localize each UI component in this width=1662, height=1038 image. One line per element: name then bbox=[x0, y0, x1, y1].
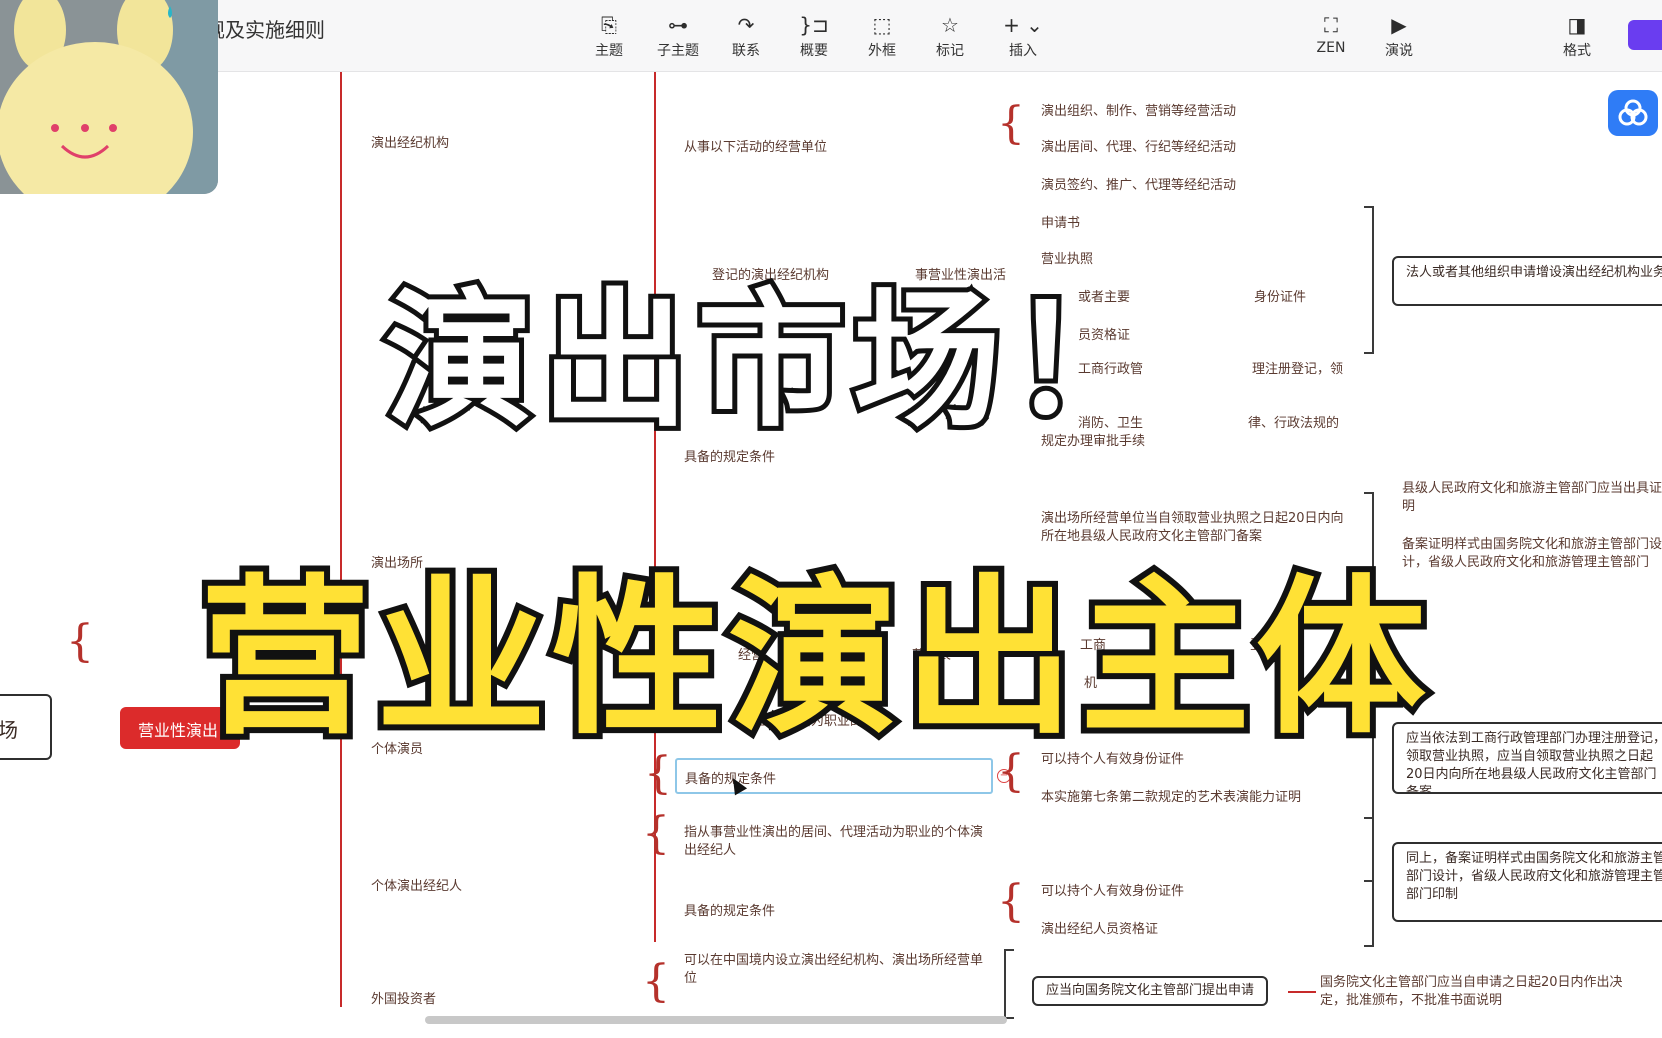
boundary-button[interactable]: ⬚ 外框 bbox=[852, 12, 912, 64]
format-panel-icon: ◨ bbox=[1567, 13, 1587, 37]
summary-label: 概要 bbox=[800, 43, 828, 59]
overlay-title-line2: 营业性演出主体 bbox=[194, 554, 1433, 764]
horizontal-scrollbar[interactable] bbox=[425, 1016, 1007, 1024]
document-title[interactable]: 规及实施细则 bbox=[205, 14, 325, 43]
webcam-overlay bbox=[0, 0, 218, 194]
mascot-avatar bbox=[0, 0, 218, 194]
topic-activity-3[interactable]: 演员签约、推广、代理等经纪活动 bbox=[1041, 174, 1236, 193]
root-topic-text: 场 bbox=[0, 718, 18, 742]
cloud-sync-button[interactable] bbox=[1608, 90, 1658, 136]
insert-label: 插入 bbox=[1009, 43, 1037, 59]
summary-legal-person[interactable]: 法人或者其他组织申请增设演出经纪机构业务的，应该提交前款第一项、第四项规定 bbox=[1392, 256, 1662, 306]
subtopic-icon: ⊶ bbox=[668, 13, 688, 37]
topic-foreign-definition[interactable]: 可以在中国境内设立演出经纪机构、演出场所经营单位 bbox=[684, 952, 984, 988]
summary-performer-registration-text: 应当依法到工商行政管理部门办理注册登记，领取营业执照，应当自领取营业执照之日起2… bbox=[1406, 731, 1662, 794]
topic-activity-1[interactable]: 演出组织、制作、营销等经营活动 bbox=[1041, 100, 1236, 119]
topic-broker-definition[interactable]: 指从事营业性演出的居间、代理活动为职业的个体演出经纪人 bbox=[684, 824, 984, 860]
summary-bracket bbox=[1004, 949, 1014, 1019]
subtopic-label: 子主题 bbox=[657, 43, 699, 59]
relationship-label: 联系 bbox=[732, 43, 760, 59]
topic-agency-activities[interactable]: 从事以下活动的经营单位 bbox=[684, 136, 827, 155]
presentation-icon: ▶ bbox=[1391, 13, 1407, 37]
top-toolbar: 规及实施细则 ⎘ 主题 ⊶ 子主题 ↷ 联系 }⊐ 概要 ⬚ 外框 ☆ 标记 +… bbox=[0, 0, 1662, 72]
format-label: 格式 bbox=[1563, 43, 1591, 59]
cloud-icon bbox=[1618, 99, 1648, 126]
boundary-label: 外框 bbox=[868, 43, 896, 59]
topic-button[interactable]: ⎘ 主题 bbox=[579, 12, 639, 64]
summary-bracket bbox=[1364, 817, 1374, 947]
zen-mode-icon: ⛶ bbox=[1324, 13, 1338, 37]
topic-foreign-investor[interactable]: 外国投资者 bbox=[371, 988, 436, 1007]
insert-button[interactable]: + ⌄ 插入 bbox=[993, 12, 1053, 64]
topic-individual-broker[interactable]: 个体演出经纪人 bbox=[371, 875, 462, 894]
summary-performer-registration[interactable]: 应当依法到工商行政管理部门办理注册登记，领取营业执照，应当自领取营业执照之日起2… bbox=[1392, 722, 1662, 794]
format-button[interactable]: ◨ 格式 bbox=[1547, 12, 1607, 64]
topic-commerce-tail: 理注册登记，领 bbox=[1252, 362, 1344, 377]
summary-broker-same[interactable]: 同上，备案证明样式由国务院文化和旅游主管部门设计，省级人民政府文化和旅游管理主管… bbox=[1392, 842, 1662, 922]
topic-broker-id[interactable]: 可以持个人有效身份证件 bbox=[1041, 880, 1184, 899]
topic-id-end: 身份证件 bbox=[1254, 290, 1307, 305]
zen-button[interactable]: ⛶ ZEN bbox=[1301, 12, 1361, 64]
brace-connector: { bbox=[997, 98, 1025, 149]
subtopic-button[interactable]: ⊶ 子主题 bbox=[648, 12, 708, 64]
topic-broker-qualification[interactable]: 演出经纪人员资格证 bbox=[1041, 918, 1158, 937]
topic-fire-tail: 律、行政法规的 bbox=[1248, 416, 1340, 431]
topic-agency[interactable]: 演出经纪机构 bbox=[371, 132, 449, 151]
marker-button[interactable]: ☆ 标记 bbox=[920, 12, 980, 64]
insert-plus-icon: + ⌄ bbox=[1003, 13, 1043, 37]
topic-foreign-apply[interactable]: 应当向国务院文化主管部门提出申请 bbox=[1032, 976, 1269, 1006]
relationship-icon: ↷ bbox=[737, 13, 755, 37]
brace-connector: { bbox=[66, 616, 94, 667]
topic-performer-cert[interactable]: 本实施第七条第二款规定的艺术表演能力证明 bbox=[1041, 786, 1301, 805]
brace-connector: { bbox=[997, 876, 1025, 927]
share-button[interactable] bbox=[1628, 20, 1662, 50]
summary-button[interactable]: }⊐ 概要 bbox=[784, 12, 844, 64]
summary-legal-person-text: 法人或者其他组织申请增设演出经纪机构业务的，应该提交前款第一项、第四项规定 bbox=[1406, 265, 1662, 280]
boundary-icon: ⬚ bbox=[872, 13, 892, 37]
topic-label: 主题 bbox=[595, 43, 623, 59]
summary-county-cert[interactable]: 县级人民政府文化和旅游主管部门应当出具证明 bbox=[1402, 480, 1662, 516]
brace-connector: { bbox=[642, 808, 670, 859]
topic-icon: ⎘ bbox=[601, 13, 617, 37]
relationship-button[interactable]: ↷ 联系 bbox=[716, 12, 776, 64]
topic-broker-conditions[interactable]: 具备的规定条件 bbox=[684, 900, 775, 919]
root-topic[interactable]: 场 bbox=[0, 694, 52, 760]
brace-connector: { bbox=[642, 956, 670, 1007]
summary-broker-same-text: 同上，备案证明样式由国务院文化和旅游主管部门设计，省级人民政府文化和旅游管理主管… bbox=[1406, 851, 1662, 902]
summary-icon: }⊐ bbox=[799, 13, 829, 37]
summary-bracket bbox=[1364, 206, 1374, 354]
marker-star-icon: ☆ bbox=[941, 13, 959, 37]
topic-activity-2[interactable]: 演出居间、代理、行纪等经纪活动 bbox=[1041, 136, 1236, 155]
zen-label: ZEN bbox=[1316, 40, 1346, 56]
topic-application[interactable]: 申请书 bbox=[1041, 212, 1080, 231]
overlay-title-line1: 演出市场！ bbox=[380, 270, 1165, 452]
summary-foreign-decision[interactable]: 国务院文化主管部门应当自申请之日起20日内作出决定，批准颁布，不批准书面说明 bbox=[1320, 974, 1630, 1010]
summary-cert-form[interactable]: 备案证明样式由国务院文化和旅游主管部门设计，省级人民政府文化和旅游管理主管部门 bbox=[1402, 536, 1662, 572]
branch-line bbox=[1288, 991, 1316, 993]
presentation-label: 演说 bbox=[1385, 43, 1413, 59]
marker-label: 标记 bbox=[936, 43, 964, 59]
presentation-button[interactable]: ▶ 演说 bbox=[1369, 12, 1429, 64]
